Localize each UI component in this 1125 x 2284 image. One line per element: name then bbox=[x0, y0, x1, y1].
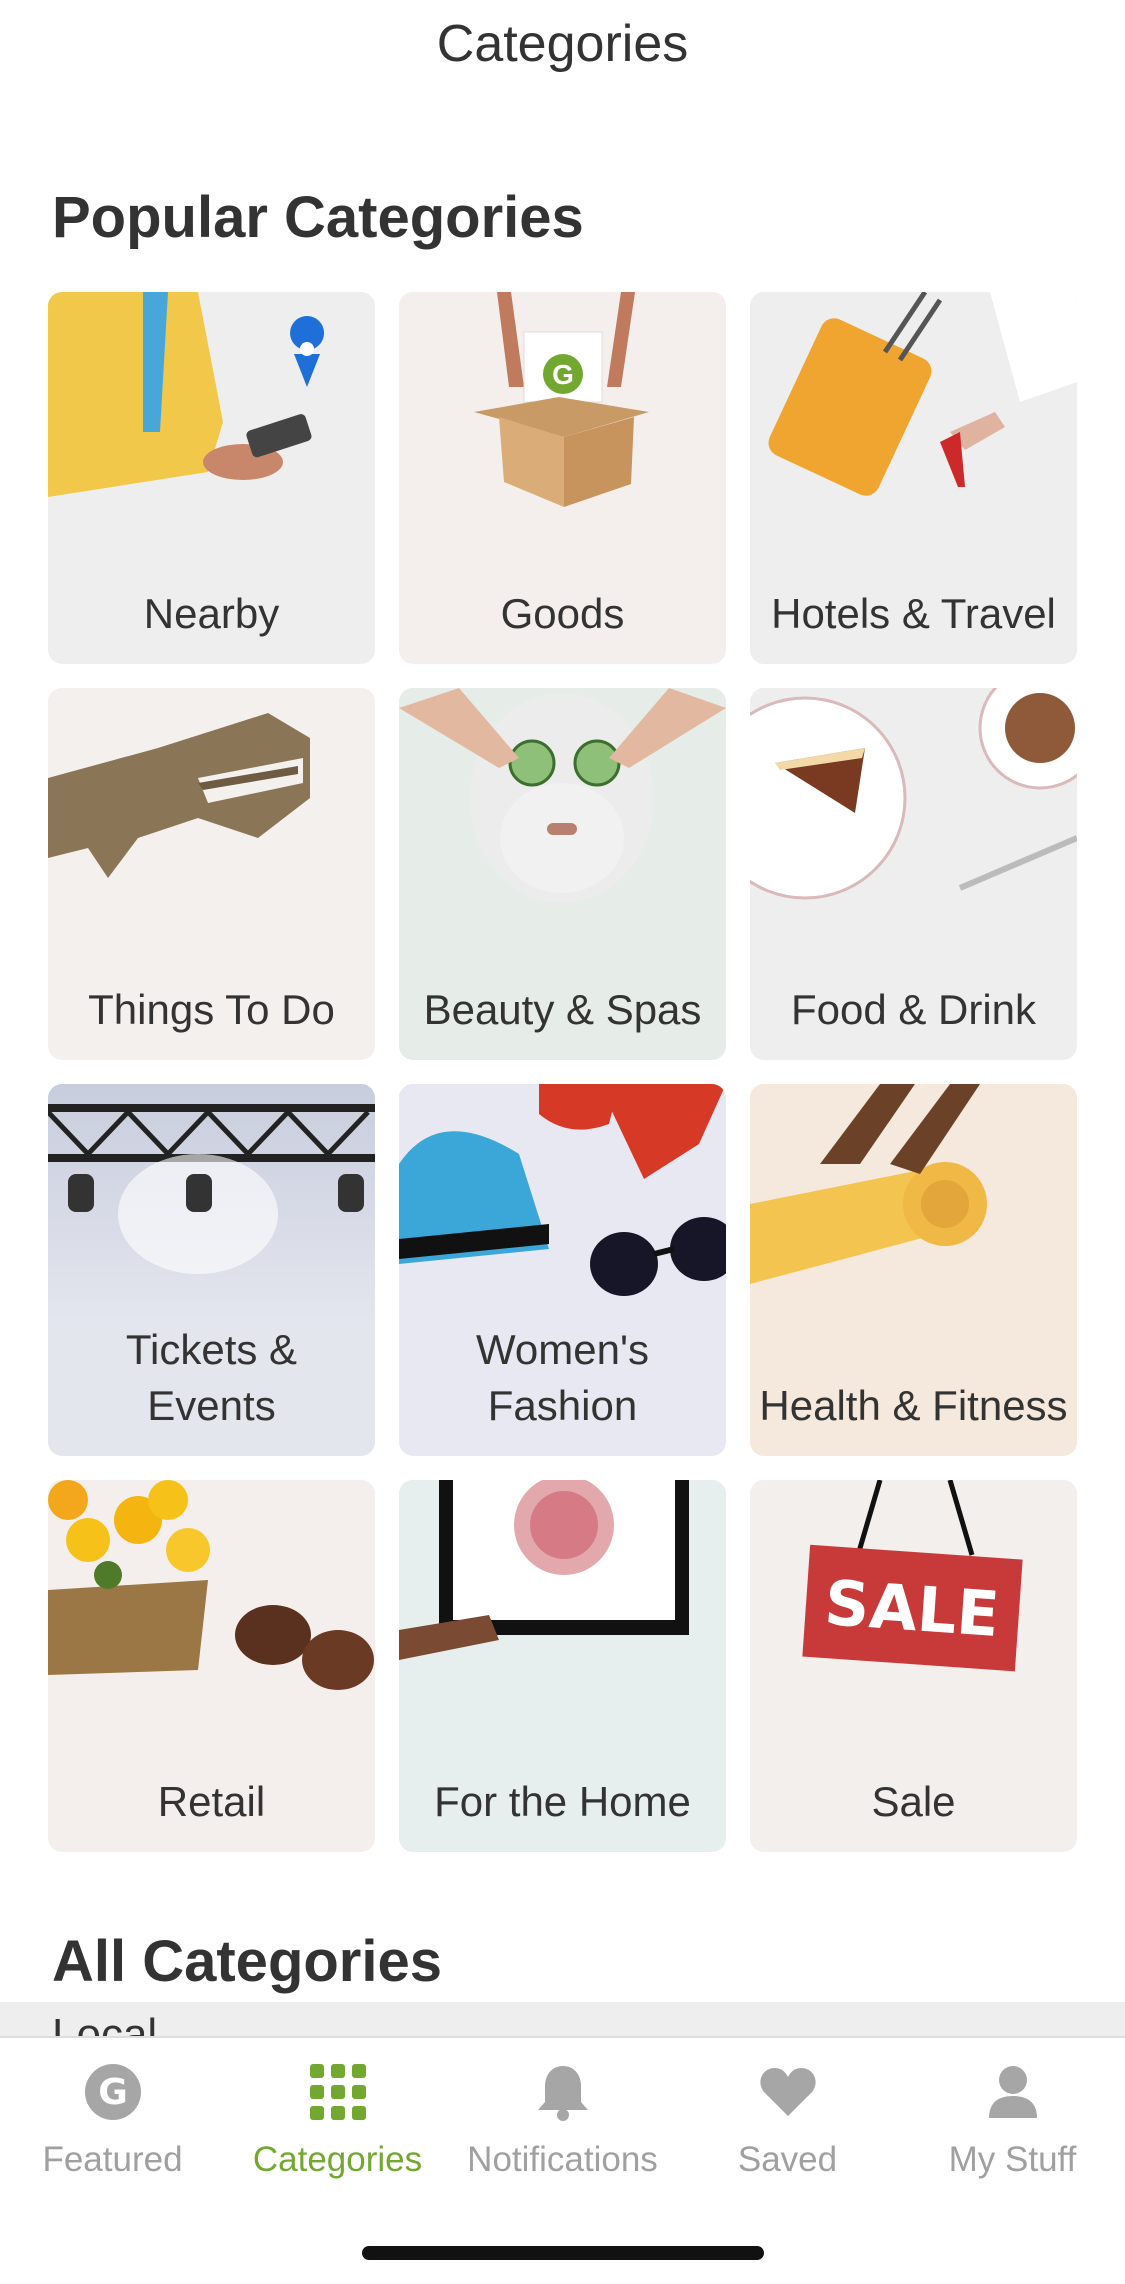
category-tile-nearby[interactable]: Nearby bbox=[48, 292, 375, 664]
category-tile-sale[interactable]: SALE Sale bbox=[750, 1480, 1077, 1852]
page-title: Categories bbox=[436, 15, 689, 73]
popular-categories-grid: Nearby G Goods Hotels & Travel Things To… bbox=[48, 292, 1078, 1852]
all-categories-heading: All Categories bbox=[52, 1929, 442, 1994]
tile-label: Sale bbox=[871, 1778, 956, 1825]
category-tile-goods[interactable]: G Goods bbox=[399, 292, 726, 664]
category-tile-retail[interactable]: Retail bbox=[48, 1480, 375, 1852]
grid-icon bbox=[309, 2064, 366, 2120]
category-tile-things-to-do[interactable]: Things To Do bbox=[48, 688, 375, 1060]
tab-label: Notifications bbox=[467, 2140, 658, 2179]
tab-label: Featured bbox=[42, 2140, 183, 2179]
tab-label: Saved bbox=[737, 2140, 838, 2179]
tile-label: Tickets & Events bbox=[125, 1326, 298, 1429]
groupon-g-icon: G bbox=[84, 2064, 141, 2120]
tab-label: My Stuff bbox=[948, 2140, 1077, 2179]
tile-label: Goods bbox=[500, 590, 625, 637]
category-tile-beauty-spas[interactable]: Beauty & Spas bbox=[399, 688, 726, 1060]
goods-illustration: G bbox=[399, 292, 726, 532]
womens-fashion-illustration bbox=[399, 1084, 726, 1324]
category-tile-for-the-home[interactable]: For the Home bbox=[399, 1480, 726, 1852]
tickets-events-illustration bbox=[48, 1084, 375, 1324]
svg-text:SALE: SALE bbox=[822, 1566, 1001, 1651]
tab-notifications[interactable]: Notifications bbox=[450, 2060, 675, 2220]
home-indicator bbox=[362, 2246, 764, 2260]
svg-text:G: G bbox=[552, 359, 574, 390]
tab-featured[interactable]: G Featured bbox=[0, 2060, 225, 2220]
things-to-do-illustration bbox=[48, 688, 375, 928]
tile-label: Food & Drink bbox=[790, 986, 1037, 1033]
tile-label: Things To Do bbox=[88, 986, 335, 1033]
tile-label: Beauty & Spas bbox=[423, 986, 702, 1033]
health-fitness-illustration bbox=[750, 1084, 1077, 1324]
tile-label: Nearby bbox=[143, 590, 280, 637]
heart-icon bbox=[759, 2068, 816, 2116]
person-icon bbox=[988, 2066, 1037, 2118]
sale-illustration: SALE bbox=[750, 1480, 1077, 1720]
category-tile-food-drink[interactable]: Food & Drink bbox=[750, 688, 1077, 1060]
tab-my-stuff[interactable]: My Stuff bbox=[900, 2060, 1125, 2220]
beauty-spas-illustration bbox=[399, 688, 726, 928]
tile-label: Women's Fashion bbox=[476, 1326, 649, 1429]
tile-label: Retail bbox=[157, 1778, 266, 1825]
category-tile-womens-fashion[interactable]: Women's Fashion bbox=[399, 1084, 726, 1456]
food-drink-illustration bbox=[750, 688, 1077, 928]
popular-categories-heading: Popular Categories bbox=[52, 185, 584, 250]
nav-bar: Categories bbox=[0, 0, 1125, 100]
tile-label: For the Home bbox=[434, 1778, 691, 1825]
svg-text:G: G bbox=[98, 2072, 128, 2113]
for-the-home-illustration bbox=[399, 1480, 726, 1720]
tab-categories[interactable]: Categories bbox=[225, 2060, 450, 2220]
tile-label: Hotels & Travel bbox=[771, 590, 1056, 637]
hotels-travel-illustration bbox=[750, 292, 1077, 532]
tab-saved[interactable]: Saved bbox=[675, 2060, 900, 2220]
category-tile-health-fitness[interactable]: Health & Fitness bbox=[750, 1084, 1077, 1456]
tile-label: Health & Fitness bbox=[759, 1382, 1068, 1429]
retail-illustration bbox=[48, 1480, 375, 1720]
list-item-local[interactable]: Local bbox=[52, 2010, 157, 2038]
bell-icon bbox=[537, 2066, 588, 2121]
category-tile-tickets-events[interactable]: Tickets & Events bbox=[48, 1084, 375, 1456]
nearby-illustration bbox=[48, 292, 375, 532]
tab-label: Categories bbox=[252, 2140, 423, 2179]
category-tile-hotels-travel[interactable]: Hotels & Travel bbox=[750, 292, 1077, 664]
all-categories-list: Local bbox=[0, 2002, 1125, 2038]
